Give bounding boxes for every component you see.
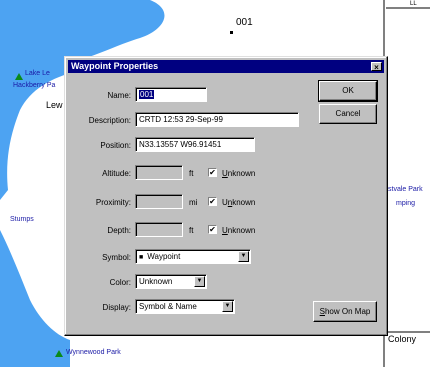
proximity-unit: mi	[189, 198, 198, 207]
map-label-colony: Colony	[388, 334, 417, 344]
position-label: Position:	[100, 141, 131, 150]
altitude-label: Altitude:	[102, 169, 131, 178]
display-label: Display:	[102, 303, 131, 312]
close-icon: ×	[374, 63, 379, 72]
map-label-estvale: stvale Park	[388, 186, 423, 193]
name-value: 001	[139, 90, 155, 99]
color-label: Color:	[109, 278, 131, 287]
chevron-down-icon[interactable]: ▼	[222, 301, 233, 312]
waypoint-symbol-icon: ■	[139, 254, 144, 261]
dialog-titlebar[interactable]: Waypoint Properties ×	[68, 60, 384, 73]
map-label-stumps: Stumps	[10, 216, 34, 223]
proximity-label: Proximity:	[95, 198, 131, 207]
ok-button[interactable]: OK	[318, 80, 378, 102]
proximity-unknown-label: Unknown	[222, 198, 256, 207]
depth-unit: ft	[189, 226, 194, 235]
color-select[interactable]: Unknown ▼	[135, 274, 207, 289]
depth-label: Depth:	[107, 226, 131, 235]
close-button[interactable]: ×	[371, 62, 382, 72]
altitude-input[interactable]	[135, 165, 183, 180]
dialog-title: Waypoint Properties	[71, 61, 159, 71]
waypoint-marker	[230, 31, 233, 34]
map-label-hackberry: Hackberry Pa	[13, 82, 56, 89]
map-label-corner: LL	[410, 1, 417, 7]
symbol-value: Waypoint	[147, 252, 181, 261]
display-select[interactable]: Symbol & Name ▼	[135, 299, 235, 314]
depth-unknown-label: Unknown	[222, 226, 256, 235]
map-label-mping: mping	[396, 200, 416, 207]
altitude-unknown-label: Unknown	[222, 169, 256, 178]
proximity-input[interactable]	[135, 194, 183, 209]
chevron-down-icon[interactable]: ▼	[194, 276, 205, 287]
check-icon: ✔	[209, 225, 216, 234]
name-label: Name:	[107, 91, 131, 100]
color-value: Unknown	[139, 277, 173, 286]
map-label-lew: Lew	[46, 100, 63, 110]
waypoint-properties-dialog: Waypoint Properties × Name: 001 Descript…	[64, 56, 388, 336]
waypoint-map-label: 001	[236, 17, 253, 28]
lake-water-south	[0, 230, 70, 367]
name-input[interactable]: 001	[135, 87, 207, 102]
altitude-unknown-checkbox[interactable]: ✔	[208, 168, 217, 177]
proximity-unknown-checkbox[interactable]: ✔	[208, 197, 217, 206]
show-on-map-button[interactable]: Show On Map	[313, 301, 377, 322]
altitude-unit: ft	[189, 169, 194, 178]
position-input[interactable]: N33.13557 W96.91451	[135, 137, 255, 152]
display-value: Symbol & Name	[139, 302, 197, 311]
description-input[interactable]: CRTD 12:53 29-Sep-99	[135, 112, 299, 127]
depth-unknown-checkbox[interactable]: ✔	[208, 225, 217, 234]
symbol-label: Symbol:	[102, 253, 131, 262]
map-label-lake: Lake Le	[25, 70, 50, 77]
cancel-button[interactable]: Cancel	[319, 104, 377, 124]
depth-input[interactable]	[135, 222, 183, 237]
check-icon: ✔	[209, 197, 216, 206]
symbol-select[interactable]: ■ Waypoint ▼	[135, 249, 251, 264]
check-icon: ✔	[209, 168, 216, 177]
map-label-wynnewood: Wynnewood Park	[66, 349, 121, 356]
description-label: Description:	[88, 116, 131, 125]
chevron-down-icon[interactable]: ▼	[238, 251, 249, 262]
